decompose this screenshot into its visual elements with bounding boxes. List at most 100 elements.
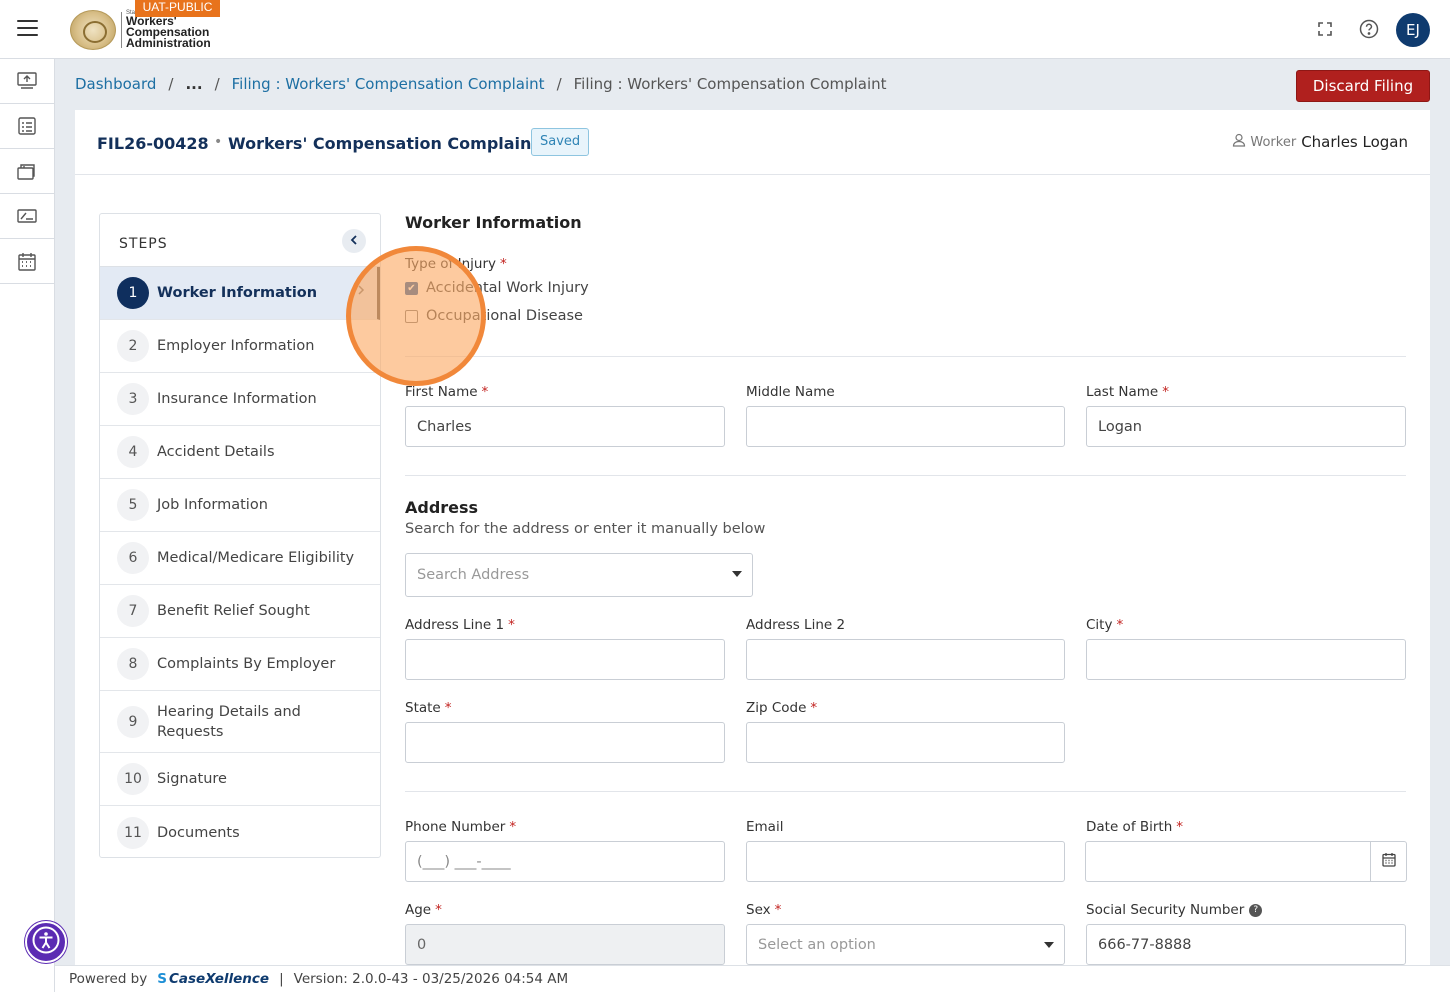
breadcrumb-separator: /: [168, 75, 174, 93]
logo-divider: [121, 12, 122, 48]
person-icon: [1232, 133, 1246, 151]
section-title: Worker Information: [405, 213, 582, 232]
step-hearing-details[interactable]: 9 Hearing Details and Requests: [100, 691, 380, 753]
state-label: State *: [405, 700, 452, 716]
step-label: Employer Information: [157, 338, 315, 354]
checkbox-unchecked-icon: [405, 309, 418, 323]
city-input[interactable]: [1086, 639, 1406, 680]
step-label: Worker Information: [157, 285, 318, 301]
left-rail: [0, 59, 55, 992]
briefcase-icon[interactable]: [0, 149, 54, 194]
footer: Powered by S CaseXellence | Version: 2.0…: [55, 965, 1450, 992]
brand-name: CaseXellence: [168, 971, 270, 987]
collapse-steps-button[interactable]: [342, 229, 366, 253]
search-address-select[interactable]: Search Address: [405, 553, 753, 597]
step-number: 3: [117, 383, 149, 415]
title-separator: •: [214, 134, 223, 150]
breadcrumb-parent[interactable]: Filing : Workers' Compensation Complaint: [232, 75, 545, 93]
breadcrumb-current: Filing : Workers' Compensation Complaint: [573, 75, 887, 93]
address-title: Address: [405, 498, 479, 517]
filing-title: Workers' Compensation Complaint: [228, 134, 540, 153]
step-employer-information[interactable]: 2 Employer Information: [100, 320, 380, 373]
age-input: 0: [405, 924, 725, 965]
chevron-left-icon: [350, 234, 358, 249]
steps-header: STEPS: [100, 214, 380, 267]
date-of-birth-input[interactable]: [1085, 841, 1371, 882]
help-circle-icon[interactable]: ?: [1249, 903, 1263, 917]
phone-number-label: Phone Number *: [405, 819, 517, 835]
breadcrumb: Dashboard / ... / Filing : Workers' Comp…: [75, 75, 887, 93]
step-medical-medicare-eligibility[interactable]: 6 Medical/Medicare Eligibility: [100, 532, 380, 585]
caret-down-icon: [1044, 942, 1054, 948]
age-label: Age *: [405, 902, 442, 918]
checklist-icon[interactable]: [0, 104, 54, 149]
date-of-birth-label: Date of Birth *: [1086, 819, 1184, 835]
environment-badge: UAT-PUBLIC: [135, 0, 220, 17]
logo-text: Workers' Compensation Administration: [126, 15, 211, 49]
checkbox-checked-icon: ✔: [405, 281, 418, 295]
last-name-label: Last Name *: [1086, 384, 1169, 400]
upload-screen-icon[interactable]: [0, 59, 54, 104]
step-insurance-information[interactable]: 3 Insurance Information: [100, 373, 380, 426]
step-complaints-by-employer[interactable]: 8 Complaints By Employer: [100, 638, 380, 691]
state-input[interactable]: [405, 722, 725, 763]
accidental-work-injury-checkbox[interactable]: ✔ Accidental Work Injury: [405, 280, 589, 296]
last-name-input[interactable]: Logan: [1086, 406, 1406, 447]
middle-name-label: Middle Name: [746, 384, 835, 400]
step-benefit-relief-sought[interactable]: 7 Benefit Relief Sought: [100, 585, 380, 638]
caret-down-icon: [732, 571, 742, 577]
step-number: 4: [117, 436, 149, 468]
sex-label: Sex *: [746, 902, 782, 918]
steps-title: STEPS: [119, 236, 168, 252]
phone-number-input[interactable]: (___) ___-____: [405, 841, 725, 882]
calendar-icon[interactable]: [0, 239, 54, 284]
hamburger-menu-icon[interactable]: [17, 20, 38, 36]
first-name-input[interactable]: Charles: [405, 406, 725, 447]
version-text: Version: 2.0.0-43 - 03/25/2026 04:54 AM: [293, 971, 569, 987]
middle-name-input[interactable]: [746, 406, 1065, 447]
zip-code-label: Zip Code *: [746, 700, 818, 716]
breadcrumb-separator: /: [556, 75, 562, 93]
city-label: City *: [1086, 617, 1124, 633]
phone-mask: (___) ___-____: [417, 853, 511, 870]
accessibility-button[interactable]: [25, 921, 67, 963]
step-label: Accident Details: [157, 444, 275, 460]
step-number: 11: [117, 816, 149, 849]
breadcrumb-ellipsis[interactable]: ...: [185, 75, 202, 93]
divider: [405, 356, 1406, 357]
address-line1-input[interactable]: [405, 639, 725, 680]
scan-card-icon[interactable]: [0, 194, 54, 239]
top-bar: State Workers' Compensation Administrati…: [0, 0, 1450, 59]
breadcrumb-dashboard[interactable]: Dashboard: [75, 75, 156, 93]
email-input[interactable]: [746, 841, 1065, 882]
type-of-injury-label: Type of Injury *: [405, 256, 507, 272]
address-line2-label: Address Line 2: [746, 617, 846, 633]
help-icon[interactable]: [1358, 18, 1380, 40]
state-seal-logo: [70, 10, 116, 50]
worker-name: Charles Logan: [1301, 133, 1408, 151]
date-picker-button[interactable]: [1371, 841, 1407, 882]
filing-card: FIL26-00428 • Workers' Compensation Comp…: [75, 110, 1430, 970]
step-number: 8: [117, 648, 149, 680]
breadcrumb-separator: /: [214, 75, 220, 93]
step-signature[interactable]: 10 Signature: [100, 753, 380, 806]
occupational-disease-checkbox[interactable]: Occupational Disease: [405, 308, 583, 324]
ssn-input[interactable]: 666-77-8888: [1086, 924, 1406, 965]
step-label: Hearing Details and Requests: [157, 703, 301, 740]
step-documents[interactable]: 11 Documents: [100, 806, 380, 859]
step-worker-information[interactable]: 1 Worker Information: [100, 267, 380, 320]
sex-select[interactable]: Select an option: [746, 924, 1065, 965]
address-line2-input[interactable]: [746, 639, 1065, 680]
divider: [405, 475, 1406, 476]
ssn-label: Social Security Number?: [1086, 902, 1263, 918]
discard-filing-button[interactable]: Discard Filing: [1296, 70, 1430, 102]
status-badge: Saved: [531, 128, 590, 156]
step-accident-details[interactable]: 4 Accident Details: [100, 426, 380, 479]
user-avatar[interactable]: EJ: [1396, 13, 1430, 47]
step-job-information[interactable]: 5 Job Information: [100, 479, 380, 532]
zip-code-input[interactable]: [746, 722, 1065, 763]
powered-by-text: Powered by: [69, 971, 148, 987]
fullscreen-icon[interactable]: [1314, 18, 1336, 40]
step-number: 9: [117, 705, 149, 738]
checkbox-label: Accidental Work Injury: [426, 280, 589, 296]
